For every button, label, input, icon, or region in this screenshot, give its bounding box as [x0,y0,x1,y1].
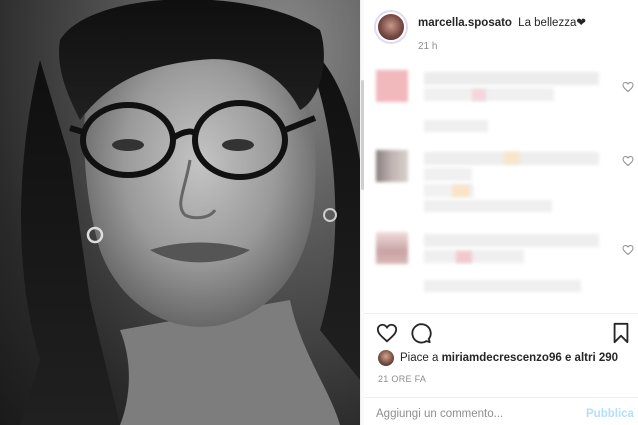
comment-text-blurred [424,250,524,263]
comment-text-blurred [504,152,520,164]
comment-meta-blurred [424,200,552,212]
post-caption: marcella.sposato La bellezza❤ [418,15,586,29]
comment-text-blurred [472,89,486,101]
comment-heart-icon[interactable] [622,244,634,256]
comment-text-blurred [452,185,470,197]
portrait-illustration [20,0,360,425]
likes-summary: Piace a miriamdecrescenzo96 e altri 290 [378,350,618,366]
commenter-avatar[interactable] [376,232,408,264]
likes-prefix: Piace a [400,352,439,364]
likes-others-link[interactable]: e altri 290 [565,352,618,364]
author-avatar[interactable] [376,12,406,42]
liker-avatar[interactable] [378,350,394,366]
comment-box-divider [364,397,638,398]
heart-outline-icon[interactable] [376,322,398,344]
speech-bubble-icon[interactable] [410,322,432,344]
actions-divider [364,313,638,314]
comment-meta-blurred [424,120,488,132]
comment-meta-blurred [424,280,581,292]
bookmark-icon[interactable] [610,322,632,344]
comment-text-blurred [424,168,472,181]
publish-button[interactable]: Pubblica [586,408,634,420]
post-photo [0,0,360,425]
comment-text-blurred [424,234,599,247]
post-time[interactable]: 21 h [418,41,437,52]
commenter-avatar[interactable] [376,150,408,182]
comment-input[interactable] [376,405,576,423]
comment-text-blurred [424,88,554,101]
post-header: marcella.sposato La bellezza❤ 21 h [364,0,638,62]
comment-heart-icon[interactable] [622,155,634,167]
author-username[interactable]: marcella.sposato [418,17,512,29]
comment-text-blurred [424,72,599,85]
action-bar [364,318,638,348]
caption-text: La bellezza❤ [518,17,586,29]
liker-username[interactable]: miriamdecrescenzo96 [442,352,562,364]
comment-heart-icon[interactable] [622,81,634,93]
comments-list [364,62,638,312]
commenter-avatar[interactable] [376,70,408,102]
post-date[interactable]: 21 ORE FA [378,374,426,384]
comment-text-blurred [456,251,472,263]
